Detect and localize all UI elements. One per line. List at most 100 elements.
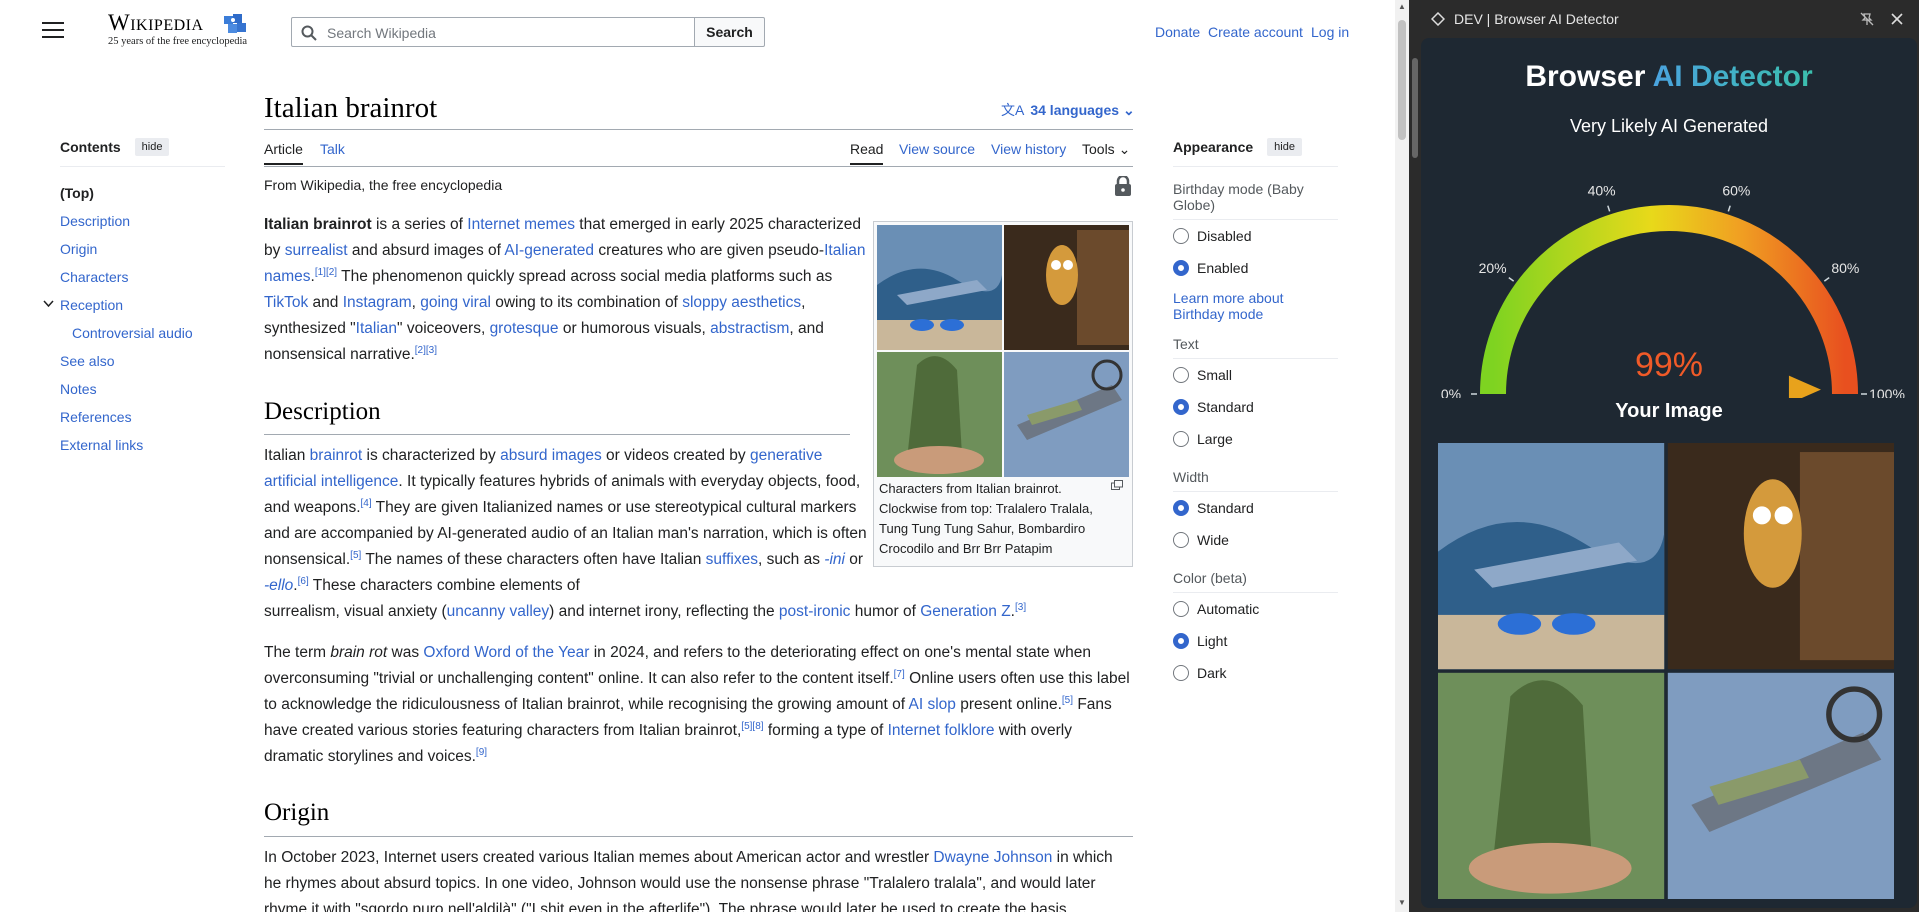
toc-item-description[interactable]: Description bbox=[60, 207, 225, 235]
detector-title-part1: Browser bbox=[1525, 60, 1653, 93]
citation[interactable]: [4] bbox=[361, 498, 372, 509]
radio-button[interactable] bbox=[1173, 228, 1189, 244]
radio-button-selected[interactable] bbox=[1173, 399, 1189, 415]
link[interactable]: AI slop bbox=[909, 696, 956, 713]
radio-text-standard[interactable]: Standard bbox=[1173, 391, 1338, 423]
scroll-up-arrow-icon[interactable]: ▲ bbox=[1398, 2, 1406, 11]
radio-button[interactable] bbox=[1173, 532, 1189, 548]
citation[interactable]: [5] bbox=[350, 550, 361, 561]
link[interactable]: Generation Z bbox=[920, 603, 1010, 620]
citation[interactable]: [3] bbox=[1015, 602, 1026, 613]
radio-color-light[interactable]: Light bbox=[1173, 625, 1338, 657]
language-button[interactable]: 文A 34 languages ⌄ bbox=[1001, 100, 1135, 120]
link[interactable]: uncanny valley bbox=[447, 603, 550, 620]
donate-link[interactable]: Donate bbox=[1155, 24, 1200, 40]
gauge-pointer bbox=[1788, 375, 1821, 398]
citation[interactable]: [1][2] bbox=[315, 267, 337, 278]
radio-button[interactable] bbox=[1173, 431, 1189, 447]
radio-button[interactable] bbox=[1173, 601, 1189, 617]
citation[interactable]: [6] bbox=[298, 576, 309, 587]
link[interactable]: Dwayne Johnson bbox=[933, 849, 1052, 866]
toc-item-notes[interactable]: Notes bbox=[60, 375, 225, 403]
link[interactable]: sloppy aesthetics bbox=[682, 294, 801, 311]
tab-talk[interactable]: Talk bbox=[320, 141, 345, 157]
link[interactable]: grotesque bbox=[490, 320, 559, 337]
toc-item-characters[interactable]: Characters bbox=[60, 263, 225, 291]
link[interactable]: surrealist bbox=[285, 242, 348, 259]
scrollbar-thumb[interactable] bbox=[1412, 58, 1418, 158]
radio-width-wide[interactable]: Wide bbox=[1173, 524, 1338, 556]
radio-button[interactable] bbox=[1173, 367, 1189, 383]
citation[interactable]: [5][8] bbox=[741, 721, 763, 732]
toc-item-reception[interactable]: Reception bbox=[60, 297, 123, 313]
radio-text-large[interactable]: Large bbox=[1173, 423, 1338, 455]
radio-button-selected[interactable] bbox=[1173, 260, 1189, 276]
search-field[interactable] bbox=[291, 17, 695, 47]
tab-read[interactable]: Read bbox=[850, 141, 884, 165]
chevron-down-icon[interactable] bbox=[43, 300, 54, 308]
characters-collage-image[interactable] bbox=[877, 225, 1129, 477]
link[interactable]: AI-generated bbox=[504, 242, 594, 259]
appearance-panel: Appearance hide Birthday mode (Baby Glob… bbox=[1173, 138, 1338, 689]
page-title: Italian brainrot bbox=[264, 92, 438, 124]
toc-item-origin[interactable]: Origin bbox=[60, 235, 225, 263]
radio-button-selected[interactable] bbox=[1173, 633, 1189, 649]
radio-label: Dark bbox=[1197, 665, 1227, 681]
link[interactable]: Internet folklore bbox=[888, 722, 995, 739]
link[interactable]: post-ironic bbox=[779, 603, 851, 620]
gauge-tick-label: 40% bbox=[1588, 182, 1616, 198]
link[interactable]: Instagram bbox=[343, 294, 412, 311]
tab-view-source[interactable]: View source bbox=[899, 141, 975, 157]
radio-birthday-enabled[interactable]: Enabled bbox=[1173, 252, 1338, 284]
link[interactable]: TikTok bbox=[264, 294, 308, 311]
create-account-link[interactable]: Create account bbox=[1208, 24, 1303, 40]
link[interactable]: -ello bbox=[264, 577, 293, 594]
close-icon[interactable] bbox=[1891, 13, 1903, 25]
lock-icon[interactable] bbox=[1114, 176, 1132, 196]
radio-label: Wide bbox=[1197, 532, 1229, 548]
radio-text-small[interactable]: Small bbox=[1173, 359, 1338, 391]
scrollbar-thumb[interactable] bbox=[1398, 20, 1406, 140]
citation[interactable]: [5] bbox=[1062, 695, 1073, 706]
tab-view-history[interactable]: View history bbox=[991, 141, 1066, 157]
side-panel-scrollbar[interactable] bbox=[1409, 38, 1421, 912]
radio-button[interactable] bbox=[1173, 665, 1189, 681]
link[interactable]: going viral bbox=[420, 294, 491, 311]
link[interactable]: Oxford Word of the Year bbox=[423, 644, 589, 661]
radio-width-standard[interactable]: Standard bbox=[1173, 492, 1338, 524]
log-in-link[interactable]: Log in bbox=[1311, 24, 1349, 40]
toc-item-references[interactable]: References bbox=[60, 403, 225, 431]
citation[interactable]: [7] bbox=[894, 669, 905, 680]
citation[interactable]: [9] bbox=[476, 747, 487, 758]
toc-item-external-links[interactable]: External links bbox=[60, 431, 225, 459]
birthday-mode-learn-more-link[interactable]: Learn more about Birthday mode bbox=[1173, 290, 1338, 322]
link[interactable]: abstractism bbox=[710, 320, 789, 337]
tools-menu[interactable]: Tools ⌄ bbox=[1082, 141, 1130, 158]
link[interactable]: -ini bbox=[824, 551, 845, 568]
appearance-hide-button[interactable]: hide bbox=[1267, 138, 1302, 156]
toc-item-controversial-audio[interactable]: Controversial audio bbox=[60, 319, 225, 347]
detector-title-part2: AI Detector bbox=[1652, 60, 1813, 93]
toc-hide-button[interactable]: hide bbox=[134, 138, 170, 156]
extension-side-panel: DEV | Browser AI Detector Browser AI Det… bbox=[1409, 0, 1919, 912]
unpin-icon[interactable] bbox=[1860, 12, 1874, 26]
link[interactable]: Italian bbox=[356, 320, 397, 337]
radio-birthday-disabled[interactable]: Disabled bbox=[1173, 220, 1338, 252]
page-scrollbar[interactable]: ▲ ▼ bbox=[1395, 0, 1409, 912]
radio-color-automatic[interactable]: Automatic bbox=[1173, 593, 1338, 625]
link[interactable]: suffixes bbox=[706, 551, 758, 568]
citation[interactable]: [2][3] bbox=[415, 345, 437, 356]
main-menu-icon[interactable] bbox=[42, 22, 64, 40]
search-input[interactable] bbox=[325, 22, 689, 44]
translate-icon: 文A bbox=[1001, 102, 1025, 118]
radio-color-dark[interactable]: Dark bbox=[1173, 657, 1338, 689]
link[interactable]: absurd images bbox=[500, 447, 602, 464]
toc-item-see-also[interactable]: See also bbox=[60, 347, 225, 375]
link[interactable]: brainrot bbox=[310, 447, 363, 464]
scroll-down-arrow-icon[interactable]: ▼ bbox=[1398, 898, 1406, 907]
radio-button-selected[interactable] bbox=[1173, 500, 1189, 516]
toc-item-top[interactable]: (Top) bbox=[60, 179, 225, 207]
tab-article[interactable]: Article bbox=[264, 141, 303, 165]
link[interactable]: Internet memes bbox=[467, 216, 575, 233]
search-button[interactable]: Search bbox=[694, 17, 765, 47]
